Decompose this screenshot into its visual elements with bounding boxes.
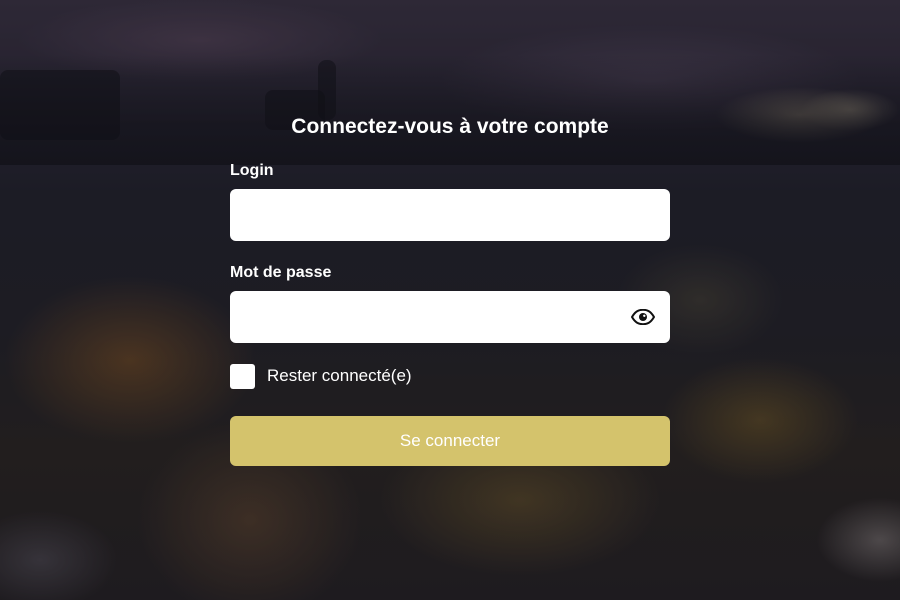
remember-me-label[interactable]: Rester connecté(e)	[267, 366, 412, 386]
password-field	[230, 291, 670, 343]
login-input[interactable]	[230, 189, 670, 241]
remember-me-row: Rester connecté(e)	[230, 363, 670, 389]
login-label: Login	[230, 162, 274, 179]
password-input[interactable]	[230, 291, 670, 343]
remember-me-checkbox[interactable]	[230, 363, 255, 389]
eye-icon	[631, 309, 655, 325]
login-button[interactable]: Se connecter	[230, 416, 670, 466]
login-page: Connectez-vous à votre compte Login Mot …	[0, 0, 900, 600]
show-password-button[interactable]	[630, 305, 656, 329]
form-title: Connectez-vous à votre compte	[291, 115, 609, 138]
password-label: Mot de passe	[230, 264, 332, 281]
login-form: Connectez-vous à votre compte Login Mot …	[230, 110, 670, 466]
